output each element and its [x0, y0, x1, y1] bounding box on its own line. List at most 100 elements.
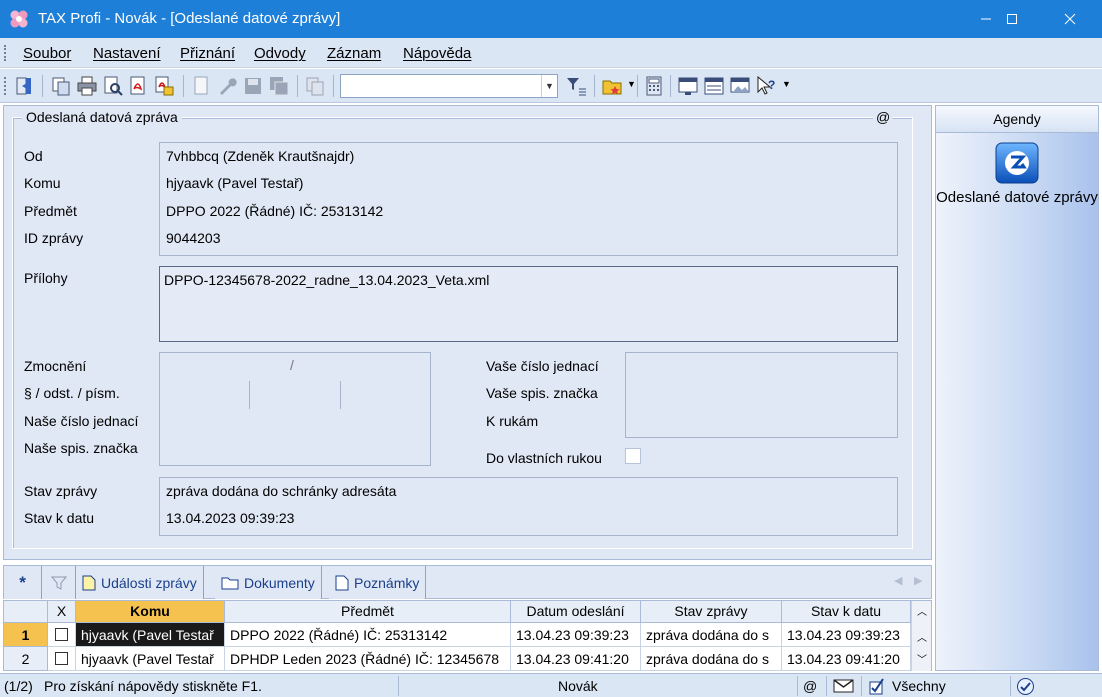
label-to: Komu — [24, 175, 61, 191]
column-header-stav-k-datu[interactable]: Stav k datu — [782, 601, 911, 623]
toolbar-combo[interactable]: ▼ — [340, 74, 558, 98]
toolbar-grip[interactable] — [4, 77, 6, 95]
check-circle-icon[interactable] — [1016, 677, 1035, 696]
menu-bar: Soubor Nastavení Přiznání Odvody Záznam … — [0, 38, 1102, 68]
paste-icon[interactable] — [304, 75, 326, 97]
table-cell-sent[interactable]: 13.04.23 09:41:20 — [511, 647, 641, 671]
authorization-box: / — [159, 352, 431, 466]
tab-poznamky[interactable]: Poznámky — [329, 566, 427, 599]
agendy-header[interactable]: Agendy — [936, 106, 1098, 133]
personal-checkbox[interactable] — [625, 448, 641, 464]
agendy-item-label[interactable]: Odeslané datové zprávy — [936, 188, 1098, 208]
table-cell-subject[interactable]: DPHDP Leden 2023 (Řádné) IČ: 12345678 — [225, 647, 511, 671]
label-from: Od — [24, 148, 43, 164]
filter-icon[interactable] — [565, 75, 587, 97]
close-button[interactable] — [1046, 0, 1094, 38]
new-doc-icon[interactable] — [190, 75, 212, 97]
tab-filter[interactable] — [42, 566, 76, 599]
attachments-list[interactable]: DPPO-12345678-2022_radne_13.04.2023_Veta… — [159, 266, 898, 342]
table-cell-sent[interactable]: 13.04.23 09:39:23 — [511, 623, 641, 647]
table-cell-subject[interactable]: DPPO 2022 (Řádné) IČ: 25313142 — [225, 623, 511, 647]
preview-icon[interactable] — [102, 75, 124, 97]
table-cell-state-date[interactable]: 13.04.23 09:41:20 — [782, 647, 911, 671]
page-icon — [82, 575, 96, 590]
status-separator — [797, 676, 798, 696]
status-at[interactable]: @ — [803, 678, 817, 694]
menu-odvody[interactable]: Odvody — [254, 45, 306, 62]
status-user: Novák — [558, 678, 598, 694]
menu-priznani[interactable]: Přiznání — [180, 45, 235, 62]
help-icon[interactable]: ? — [755, 75, 777, 97]
column-header-datum[interactable]: Datum odeslání — [511, 601, 641, 623]
exit-icon[interactable] — [13, 75, 35, 97]
pdf-icon[interactable] — [127, 75, 149, 97]
divider — [249, 381, 250, 409]
pdf-send-icon[interactable] — [153, 75, 175, 97]
row-number-header[interactable] — [4, 601, 48, 623]
chevron-down-icon[interactable]: ﹀ — [917, 651, 927, 666]
column-header-komu[interactable]: Komu — [76, 601, 225, 623]
column-header-x[interactable]: X — [48, 601, 76, 623]
status-filter[interactable]: Všechny — [892, 678, 946, 694]
menu-grip[interactable] — [4, 45, 6, 61]
label-your-ref: Vaše číslo jednací — [486, 358, 599, 374]
status-separator — [1010, 676, 1011, 696]
table-cell — [48, 647, 76, 671]
copy-icon[interactable] — [50, 75, 72, 97]
status-bar: (1/2) Pro získání nápovědy stiskněte F1.… — [0, 673, 1102, 697]
table-cell-state[interactable]: zpráva dodána do s — [641, 623, 782, 647]
table-cell-state-date[interactable]: 13.04.23 09:39:23 — [782, 623, 911, 647]
column-header-stav[interactable]: Stav zprávy — [641, 601, 782, 623]
save-all-icon[interactable] — [268, 75, 290, 97]
window-icon[interactable] — [677, 75, 699, 97]
form-icon[interactable] — [703, 75, 725, 97]
chevron-up-icon[interactable]: ︿ — [917, 603, 927, 618]
tab-all[interactable]: * — [4, 566, 42, 599]
attachment-item[interactable]: DPPO-12345678-2022_radne_13.04.2023_Veta… — [164, 272, 489, 288]
status-position: (1/2) — [4, 678, 33, 694]
label-subject: Předmět — [24, 203, 77, 219]
menu-nastaveni[interactable]: Nastavení — [93, 45, 161, 62]
sent-messages-icon[interactable] — [994, 141, 1040, 185]
screen-icon[interactable] — [729, 75, 751, 97]
table-cell-state[interactable]: zpráva dodána do s — [641, 647, 782, 671]
envelope-icon[interactable] — [833, 678, 855, 694]
table-cell-to[interactable]: hjyaavk (Pavel Testař — [76, 647, 225, 671]
label-authorization: Zmocnění — [24, 358, 87, 374]
your-ref-box — [625, 352, 898, 438]
print-icon[interactable] — [76, 75, 98, 97]
field-state: zpráva dodána do schránky adresáta — [166, 483, 397, 499]
status-separator — [398, 676, 399, 696]
menu-zaznam[interactable]: Záznam — [327, 45, 381, 62]
row-number[interactable]: 1 — [4, 623, 48, 647]
message-detail-panel: Odeslaná datová zpráva @ Od Komu Předmět… — [3, 105, 932, 560]
chevron-down-icon[interactable]: ▼ — [627, 79, 636, 89]
folder-star-icon[interactable] — [601, 75, 623, 97]
table-cell-to[interactable]: hjyaavk (Pavel Testař — [76, 623, 225, 647]
row-number[interactable]: 2 — [4, 647, 48, 671]
field-subject: DPPO 2022 (Řádné) IČ: 25313142 — [166, 203, 384, 219]
authorization-separator: / — [290, 357, 294, 373]
scroll-left-icon[interactable]: ◀ — [894, 574, 902, 587]
scroll-right-icon[interactable]: ▶ — [914, 574, 922, 587]
label-personal: Do vlastních rukou — [486, 450, 602, 466]
column-header-predmet[interactable]: Předmět — [225, 601, 511, 623]
agendy-panel: Agendy Odeslané datové zprávy — [935, 105, 1099, 671]
tab-dokumenty[interactable]: Dokumenty — [215, 566, 322, 599]
tab-udalosti[interactable]: Události zprávy — [76, 566, 204, 599]
vertical-scrollbar[interactable]: ︿ ︿ ﹀ — [911, 601, 931, 671]
chevron-down-icon[interactable]: ▼ — [782, 79, 791, 89]
menu-napoveda[interactable]: Nápověda — [403, 45, 471, 62]
toolbar-separator — [183, 75, 184, 97]
row-checkbox[interactable] — [55, 628, 68, 641]
maximize-icon — [1007, 14, 1017, 24]
save-icon[interactable] — [242, 75, 264, 97]
calculator-icon[interactable] — [643, 75, 665, 97]
sign-icon[interactable] — [868, 677, 886, 695]
chevron-down-icon[interactable]: ▼ — [541, 75, 557, 97]
wrench-icon[interactable] — [216, 75, 238, 97]
maximize-button[interactable] — [988, 0, 1036, 38]
row-checkbox[interactable] — [55, 652, 68, 665]
chevron-up-icon[interactable]: ︿ — [917, 629, 927, 644]
menu-soubor[interactable]: Soubor — [23, 45, 71, 62]
